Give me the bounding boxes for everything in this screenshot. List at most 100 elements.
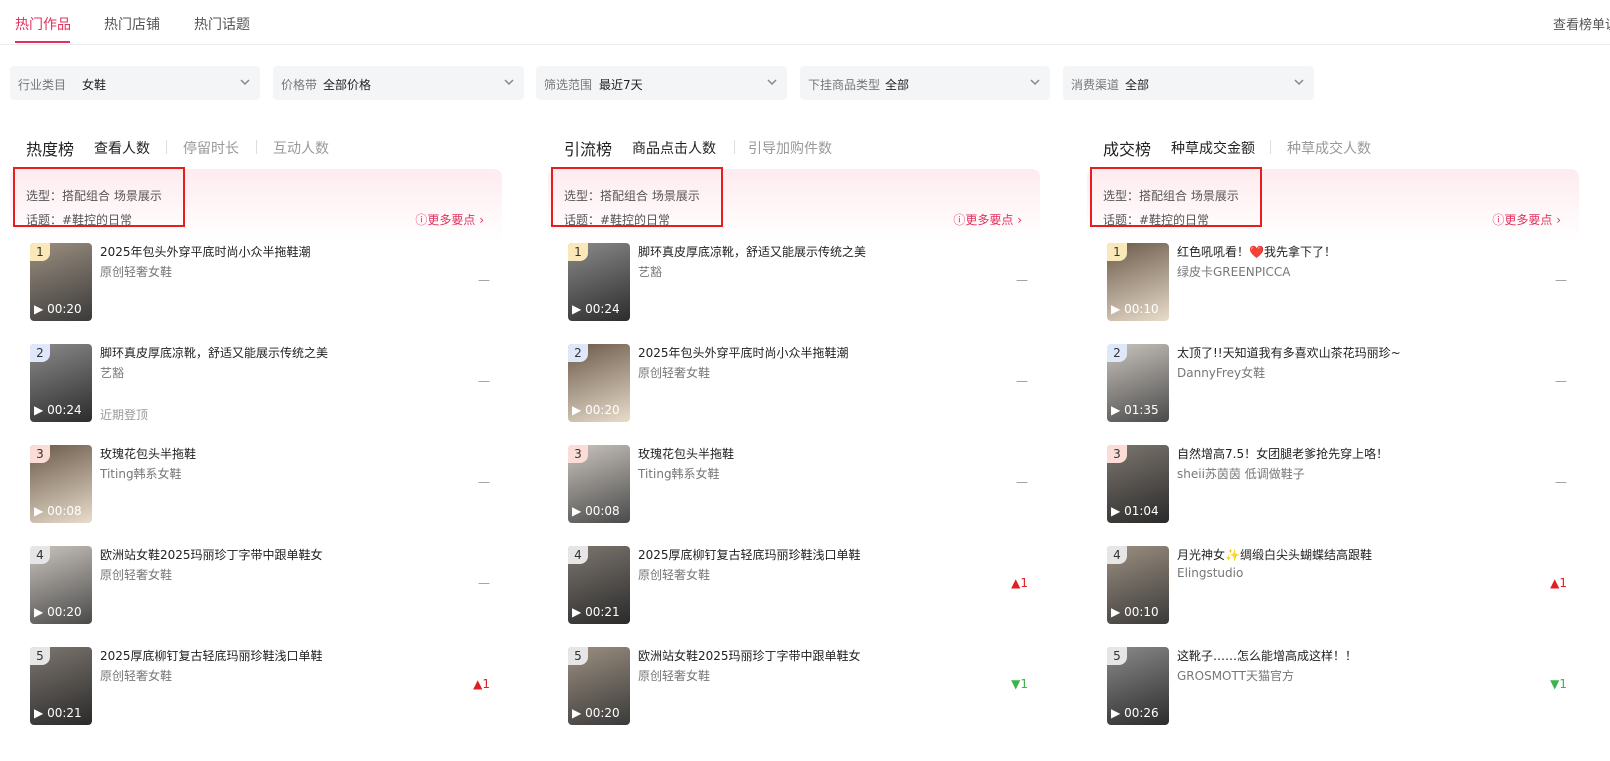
- play-icon: ▶: [572, 403, 582, 417]
- panel-metric-tab[interactable]: 互动人数: [273, 138, 329, 158]
- top-nav: 热门作品 热门店铺 热门话题 查看榜单说: [0, 0, 1610, 45]
- item-title[interactable]: 2025厚底柳钉复古轻底玛丽珍鞋浅口单鞋: [100, 647, 323, 664]
- item-title[interactable]: 红色吼吼看！❤️我先拿下了！: [1177, 243, 1336, 260]
- ranking-item[interactable]: 4 ▶ 00:10 月光神女✨绸缎白尖头蝴蝶结高跟鞋 Elingstudio ▲1: [1107, 544, 1579, 624]
- item-title[interactable]: 2025年包头外穿平底时尚小众半拖鞋潮: [638, 344, 849, 361]
- filter-channel[interactable]: 消费渠道 全部: [1063, 66, 1314, 100]
- chevron-down-icon: [767, 79, 777, 86]
- video-thumbnail[interactable]: 1 ▶ 00:10: [1107, 243, 1169, 321]
- video-thumbnail[interactable]: 1 ▶ 00:24: [568, 243, 630, 321]
- panel-metric-tab[interactable]: 商品点击人数: [632, 138, 716, 158]
- item-title[interactable]: 太顶了!!天知道我有多喜欢山茶花玛丽珍~: [1177, 344, 1401, 361]
- video-thumbnail[interactable]: 5 ▶ 00:26: [1107, 647, 1169, 725]
- video-duration: ▶ 00:21: [34, 706, 82, 720]
- item-title[interactable]: 欧洲站女鞋2025玛丽珍丁字带中跟单鞋女: [100, 546, 323, 563]
- video-duration: ▶ 00:24: [34, 403, 82, 417]
- ranking-panel: 热度榜 查看人数 停留时长 互动人数 选型：搭配组合 场景展示 话题：#鞋控的日常 ⓘ更多要…: [10, 120, 502, 760]
- item-title[interactable]: 这靴子……怎么能增高成这样！！: [1177, 647, 1357, 664]
- tab-hot-topics[interactable]: 热门话题: [194, 14, 250, 34]
- filter-industry[interactable]: 行业类目 女鞋: [10, 66, 260, 100]
- more-tips-label: 更多要点: [1504, 213, 1553, 227]
- video-duration: ▶ 00:24: [572, 302, 620, 316]
- video-thumbnail[interactable]: 2 ▶ 00:24: [30, 344, 92, 422]
- more-tips-link[interactable]: ⓘ更多要点 ›: [953, 211, 1022, 228]
- panel-metric-tab[interactable]: 查看人数: [94, 138, 150, 158]
- item-title[interactable]: 玫瑰花包头半拖鞋: [638, 445, 734, 462]
- more-tips-label: 更多要点: [427, 213, 476, 227]
- video-thumbnail[interactable]: 3 ▶ 00:08: [568, 445, 630, 523]
- item-title[interactable]: 自然增高7.5！女团腿老爹抢先穿上咯！: [1177, 445, 1388, 462]
- filter-value: 全部价格: [323, 78, 372, 92]
- item-title[interactable]: 脚环真皮厚底凉靴，舒适又能展示传统之美: [638, 243, 866, 260]
- panel-metric-tab[interactable]: 停留时长: [183, 138, 239, 158]
- question-circle-icon: ⓘ: [953, 213, 966, 227]
- item-title[interactable]: 2025厚底柳钉复古轻底玛丽珍鞋浅口单鞋: [638, 546, 861, 563]
- video-duration: ▶ 00:21: [572, 605, 620, 619]
- question-circle-icon: ⓘ: [415, 213, 428, 227]
- filter-label: 行业类目: [18, 78, 67, 92]
- ranking-item[interactable]: 1 ▶ 00:10 红色吼吼看！❤️我先拿下了！ 绿皮卡GREENPICCA —: [1107, 241, 1579, 321]
- video-thumbnail[interactable]: 4 ▶ 00:20: [30, 546, 92, 624]
- ranking-item[interactable]: 3 ▶ 01:04 自然增高7.5！女团腿老爹抢先穿上咯！ sheii苏茵茵 低调做鞋…: [1107, 443, 1579, 523]
- item-author: sheii苏茵茵 低调做鞋子: [1177, 467, 1305, 481]
- ranking-item[interactable]: 4 ▶ 00:21 2025厚底柳钉复古轻底玛丽珍鞋浅口单鞋 原创轻奢女鞋 ▲1: [568, 544, 1040, 624]
- ranking-item[interactable]: 3 ▶ 00:08 玫瑰花包头半拖鞋 Titing韩系女鞋 —: [30, 443, 502, 523]
- ranking-item[interactable]: 4 ▶ 00:20 欧洲站女鞋2025玛丽珍丁字带中跟单鞋女 原创轻奢女鞋 —: [30, 544, 502, 624]
- ranking-item[interactable]: 3 ▶ 00:08 玫瑰花包头半拖鞋 Titing韩系女鞋 —: [568, 443, 1040, 523]
- video-thumbnail[interactable]: 5 ▶ 00:21: [30, 647, 92, 725]
- more-tips-link[interactable]: ⓘ更多要点 ›: [1492, 211, 1561, 228]
- filter-product-type[interactable]: 下挂商品类型 全部: [800, 66, 1050, 100]
- tab-hot-shops[interactable]: 热门店铺: [104, 14, 160, 34]
- rank-badge: 3: [30, 445, 50, 463]
- rank-badge: 5: [568, 647, 588, 665]
- panel-metric-tab[interactable]: 引导加购件数: [748, 138, 832, 158]
- video-thumbnail[interactable]: 1 ▶ 00:20: [30, 243, 92, 321]
- video-duration: ▶ 01:35: [1111, 403, 1159, 417]
- rank-change: ▼1: [1011, 677, 1028, 691]
- rank-change: —: [1016, 374, 1028, 388]
- video-thumbnail[interactable]: 2 ▶ 01:35: [1107, 344, 1169, 422]
- ranking-explain-link[interactable]: 查看榜单说: [1553, 14, 1610, 33]
- video-thumbnail[interactable]: 4 ▶ 00:10: [1107, 546, 1169, 624]
- video-duration: ▶ 00:20: [572, 403, 620, 417]
- ranking-item[interactable]: 1 ▶ 00:20 2025年包头外穿平底时尚小众半拖鞋潮 原创轻奢女鞋 —: [30, 241, 502, 321]
- panel-metric-tab[interactable]: 种草成交金额: [1171, 138, 1255, 158]
- video-thumbnail[interactable]: 2 ▶ 00:20: [568, 344, 630, 422]
- duration-text: 00:10: [1124, 605, 1159, 619]
- rank-badge: 3: [1107, 445, 1127, 463]
- ranking-item[interactable]: 2 ▶ 01:35 太顶了!!天知道我有多喜欢山茶花玛丽珍~ DannyFrey女鞋 —: [1107, 342, 1579, 422]
- panel-metric-tab[interactable]: 种草成交人数: [1287, 138, 1371, 158]
- filter-range[interactable]: 筛选范围 最近7天: [536, 66, 787, 100]
- video-thumbnail[interactable]: 3 ▶ 00:08: [30, 445, 92, 523]
- ranking-item[interactable]: 2 ▶ 00:20 2025年包头外穿平底时尚小众半拖鞋潮 原创轻奢女鞋 —: [568, 342, 1040, 422]
- item-title[interactable]: 2025年包头外穿平底时尚小众半拖鞋潮: [100, 243, 311, 260]
- panel-title: 热度榜: [26, 140, 75, 159]
- filter-price[interactable]: 价格带 全部价格: [273, 66, 524, 100]
- item-title[interactable]: 月光神女✨绸缎白尖头蝴蝶结高跟鞋: [1177, 546, 1372, 563]
- ranking-item[interactable]: 5 ▶ 00:26 这靴子……怎么能增高成这样！！ GROSMOTT天猫官方 ▼1: [1107, 645, 1579, 725]
- ranking-item[interactable]: 1 ▶ 00:24 脚环真皮厚底凉靴，舒适又能展示传统之美 艺豁 —: [568, 241, 1040, 321]
- item-title[interactable]: 欧洲站女鞋2025玛丽珍丁字带中跟单鞋女: [638, 647, 861, 664]
- filter-label: 下挂商品类型: [808, 78, 881, 92]
- item-title[interactable]: 脚环真皮厚底凉靴，舒适又能展示传统之美: [100, 344, 328, 361]
- video-thumbnail[interactable]: 4 ▶ 00:21: [568, 546, 630, 624]
- tab-divider: [734, 140, 735, 154]
- highlight-box: [1090, 167, 1262, 227]
- rank-badge: 3: [568, 445, 588, 463]
- rank-badge: 5: [30, 647, 50, 665]
- item-title[interactable]: 玫瑰花包头半拖鞋: [100, 445, 196, 462]
- question-circle-icon: ⓘ: [1492, 213, 1505, 227]
- ranking-item[interactable]: 5 ▶ 00:20 欧洲站女鞋2025玛丽珍丁字带中跟单鞋女 原创轻奢女鞋 ▼1: [568, 645, 1040, 725]
- tab-hot-works[interactable]: 热门作品: [15, 14, 71, 34]
- rank-change: —: [1555, 374, 1567, 388]
- video-duration: ▶ 01:04: [1111, 504, 1159, 518]
- video-thumbnail[interactable]: 5 ▶ 00:20: [568, 647, 630, 725]
- play-icon: ▶: [1111, 706, 1121, 720]
- video-duration: ▶ 00:10: [1111, 605, 1159, 619]
- chevron-right-icon: ›: [1552, 213, 1561, 227]
- ranking-item[interactable]: 2 ▶ 00:24 脚环真皮厚底凉靴，舒适又能展示传统之美 艺豁 近期登顶 —: [30, 342, 502, 422]
- video-thumbnail[interactable]: 3 ▶ 01:04: [1107, 445, 1169, 523]
- ranking-item[interactable]: 5 ▶ 00:21 2025厚底柳钉复古轻底玛丽珍鞋浅口单鞋 原创轻奢女鞋 ▲1: [30, 645, 502, 725]
- more-tips-link[interactable]: ⓘ更多要点 ›: [415, 211, 484, 228]
- tab-divider: [1270, 140, 1271, 154]
